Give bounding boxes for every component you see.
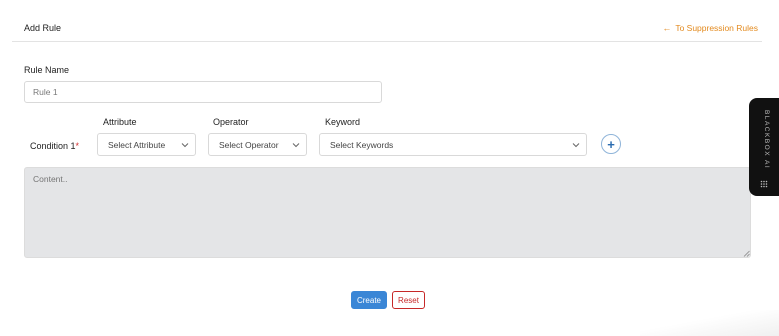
condition-label-text: Condition 1: [30, 141, 76, 151]
plus-icon: +: [607, 136, 615, 152]
dots-grid-icon: [760, 180, 768, 188]
operator-column-label: Operator: [213, 117, 249, 127]
attribute-select[interactable]: Select Attribute: [97, 133, 196, 156]
blackbox-side-tab[interactable]: BLACKBOX AI: [749, 98, 779, 196]
required-mark: *: [75, 141, 80, 151]
add-condition-button[interactable]: +: [601, 134, 621, 154]
page-title: Add Rule: [24, 23, 62, 33]
keyword-column-label: Keyword: [325, 117, 361, 127]
reset-button[interactable]: Reset: [392, 291, 425, 309]
side-tab-label: BLACKBOX AI: [763, 110, 770, 170]
attribute-column-label: Attribute: [103, 117, 137, 127]
create-button[interactable]: Create: [351, 291, 387, 309]
rule-name-label: Rule Name: [24, 65, 70, 75]
rule-name-input[interactable]: [24, 81, 382, 103]
attribute-select-value: Select Attribute: [108, 139, 166, 150]
resize-grip-icon[interactable]: [743, 250, 750, 257]
condition-label: Condition 1*: [30, 141, 79, 151]
chevron-down-icon: [292, 143, 300, 148]
back-link-label: To Suppression Rules: [675, 23, 758, 33]
back-to-suppression-rules-link[interactable]: ← To Suppression Rules: [662, 23, 758, 33]
arrow-left-icon: ←: [662, 22, 672, 33]
content-textarea[interactable]: [24, 167, 751, 258]
operator-select[interactable]: Select Operator: [208, 133, 307, 156]
corner-shadow: [640, 310, 779, 336]
chevron-down-icon: [181, 143, 189, 148]
page-header: Add Rule ← To Suppression Rules: [12, 0, 762, 42]
operator-select-value: Select Operator: [219, 139, 279, 150]
chevron-down-icon: [572, 143, 580, 148]
add-rule-page: Add Rule ← To Suppression Rules Rule Nam…: [0, 0, 779, 336]
keyword-select[interactable]: Select Keywords: [319, 133, 587, 156]
keyword-select-value: Select Keywords: [330, 139, 394, 150]
